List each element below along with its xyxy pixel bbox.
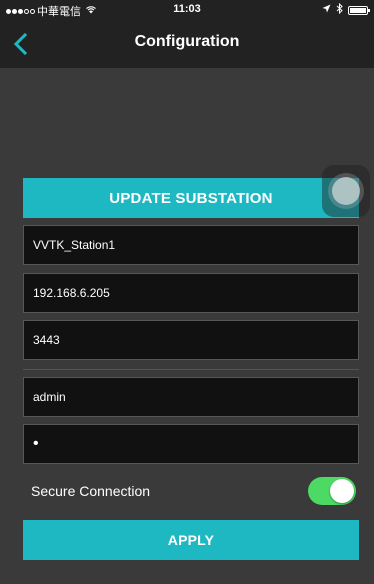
status-right bbox=[322, 2, 370, 17]
ip-address-value: 192.168.6.205 bbox=[33, 286, 110, 300]
port-value: 3443 bbox=[33, 333, 60, 347]
ip-address-field[interactable]: 192.168.6.205 bbox=[23, 273, 359, 313]
password-value: • bbox=[33, 435, 39, 452]
station-name-value: VVTK_Station1 bbox=[33, 238, 116, 252]
username-value: admin bbox=[33, 390, 66, 404]
secure-connection-label: Secure Connection bbox=[31, 483, 151, 499]
assistive-touch-button[interactable] bbox=[322, 165, 370, 217]
password-field[interactable]: • bbox=[23, 424, 359, 464]
status-bar: 中華電信 11:03 bbox=[0, 0, 374, 18]
form-divider bbox=[23, 369, 359, 370]
secure-connection-toggle[interactable] bbox=[308, 477, 356, 505]
status-time: 11:03 bbox=[173, 3, 201, 15]
location-arrow-icon bbox=[322, 4, 331, 16]
assistive-touch-knob bbox=[332, 177, 360, 205]
station-name-field[interactable]: VVTK_Station1 bbox=[23, 225, 359, 265]
bluetooth-icon bbox=[336, 2, 343, 17]
page-title: Configuration bbox=[134, 33, 240, 50]
port-field[interactable]: 3443 bbox=[23, 320, 359, 360]
username-field[interactable]: admin bbox=[23, 377, 359, 417]
update-substation-button[interactable]: UPDATE SUBSTATION bbox=[23, 178, 359, 218]
battery-icon bbox=[348, 5, 370, 15]
toggle-thumb bbox=[330, 479, 354, 503]
apply-button[interactable]: APPLY bbox=[23, 520, 359, 560]
navigation-bar: Configuration bbox=[0, 18, 374, 68]
